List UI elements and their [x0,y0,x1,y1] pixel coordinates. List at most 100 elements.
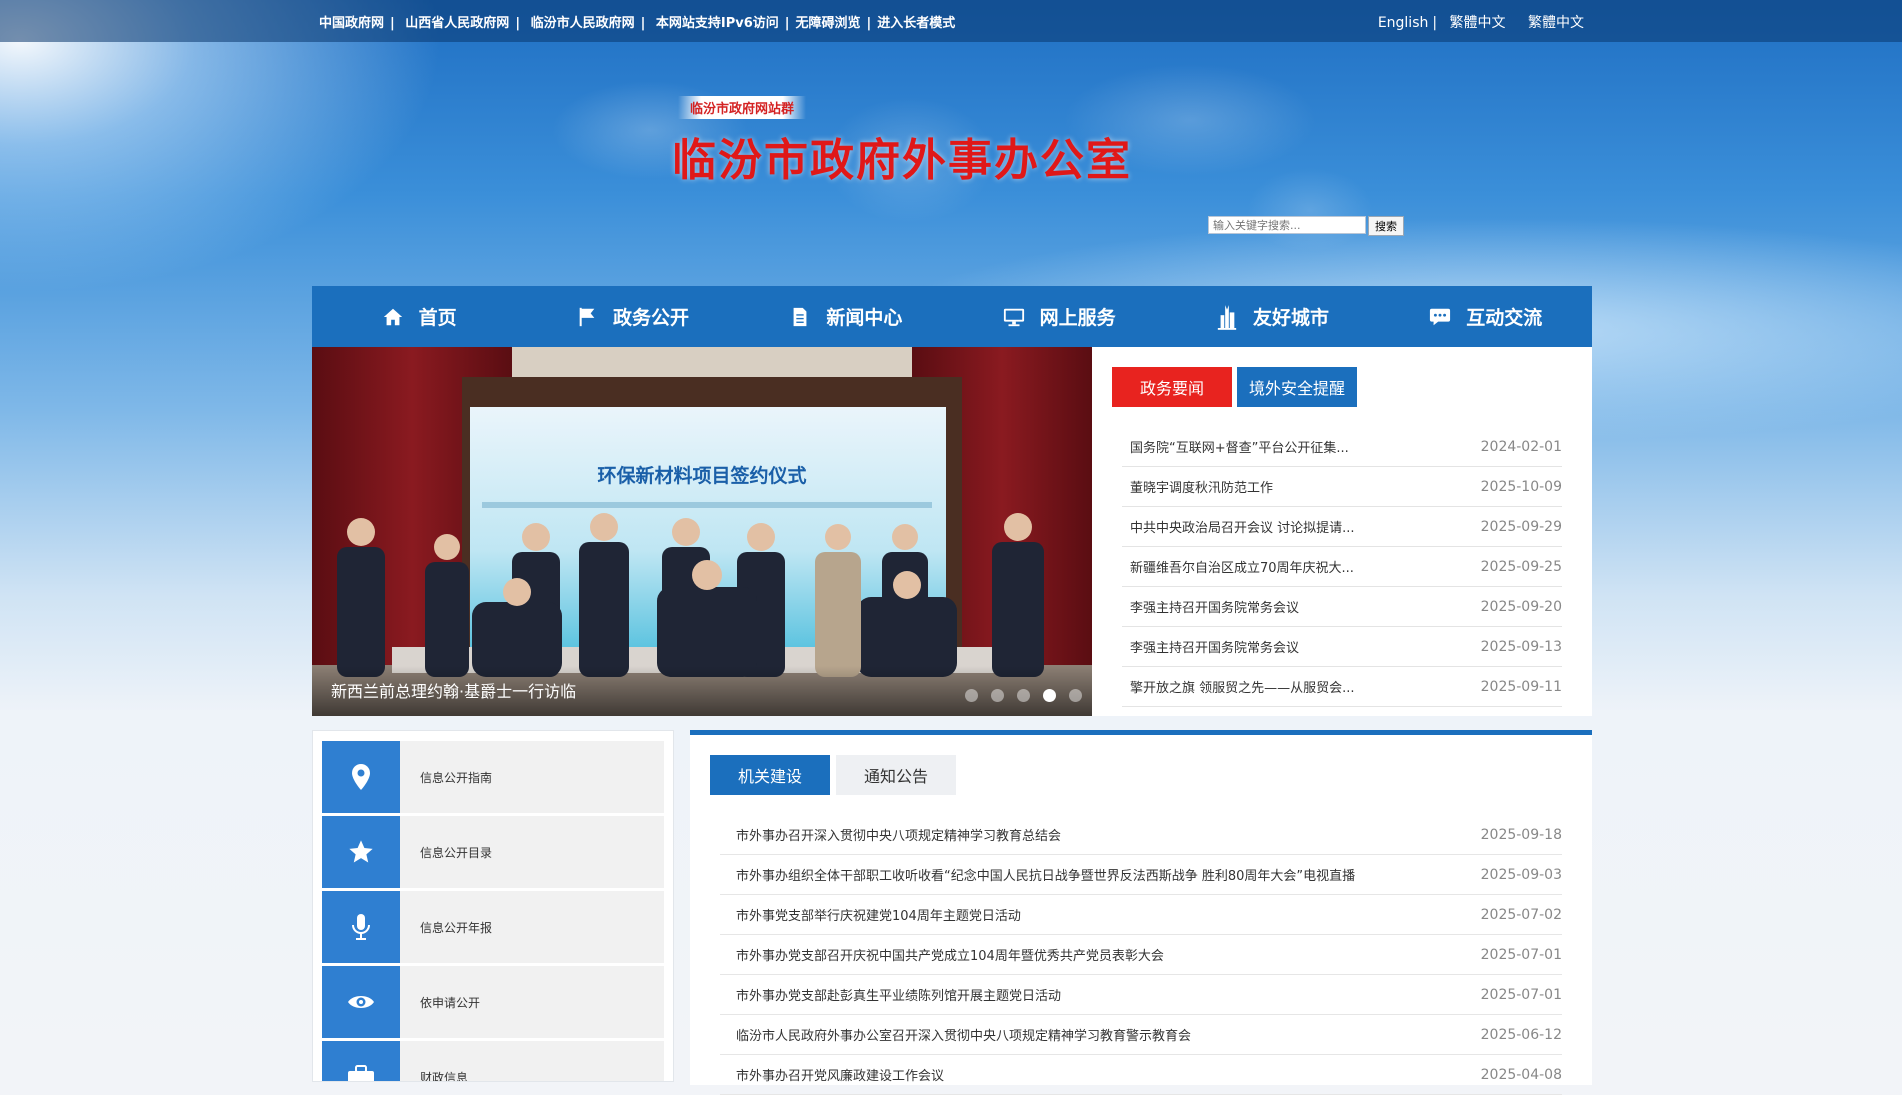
top-bar: 中国政府网 | 山西省人民政府网 | 临汾市人民政府网 | 本网站支持IPv6访问 | 无… [0,0,1902,42]
nav-label: 友好城市 [1252,307,1329,329]
nav-label: 新闻中心 [826,307,903,329]
news-title: 新疆维吾尔自治区成立70周年庆祝大... [1130,561,1354,576]
list-item[interactable]: 市外事党支部举行庆祝建党104周年主题党日活动 2025-07-02 [720,895,1562,935]
document-icon [788,305,812,329]
nav-label: 政务公开 [612,307,689,329]
tab-agency-building[interactable]: 机关建设 [710,755,830,795]
language-switcher: English | 繁體中文 繁體中文 [1377,15,1584,31]
carousel-dot-active[interactable] [1043,689,1056,702]
lang-traditional-chinese-2[interactable]: 繁體中文 [1528,15,1584,31]
news-list: 国务院“互联网+督查”平台公开征集... 2024-02-01 董晓宇调度秋汛防范… [1122,427,1562,707]
list-item[interactable]: 市外事办党支部召开庆祝中国共产党成立104周年暨优秀共产党员表彰大会 2025-0… [720,935,1562,975]
carousel-caption-text[interactable]: 新西兰前总理约翰·基爵士一行访临 [331,678,576,702]
news-date: 2024-02-01 [1480,438,1562,455]
location-pin-icon [322,741,400,813]
accessibility-link[interactable]: 无障碍浏览 [796,16,861,31]
list-item[interactable]: 李强主持召开国务院常务会议 2025-09-20 [1122,587,1562,627]
news-date: 2025-09-29 [1480,518,1562,535]
top-links: 中国政府网 | 山西省人民政府网 | 临汾市人民政府网 | 本网站支持IPv6访问 | 无… [319,16,956,31]
menu-item-disclosure-guide[interactable]: 信息公开指南 [322,741,664,813]
nav-gov-affairs[interactable]: 政务公开 [525,286,738,347]
chat-icon [1428,305,1452,329]
nav-news-center[interactable]: 新闻中心 [739,286,952,347]
info-disclosure-menu: 信息公开指南 信息公开目录 信息公开年报 依申请公开 财政信息 [312,730,674,1082]
news-date: 2025-09-11 [1480,678,1562,695]
news-date: 2025-07-02 [1480,906,1562,923]
list-item[interactable]: 国务院“互联网+督查”平台公开征集... 2024-02-01 [1122,427,1562,467]
microphone-icon [322,891,400,963]
nav-online-services[interactable]: 网上服务 [952,286,1165,347]
list-item[interactable]: 李强主持召开国务院常务会议 2025-09-13 [1122,627,1562,667]
menu-item-finance-info[interactable]: 财政信息 [322,1041,664,1081]
news-title: 市外事办召开深入贯彻中央八项规定精神学习教育总结会 [736,829,1062,844]
tab-gov-news[interactable]: 政务要闻 [1112,367,1232,407]
slide-banner-text: 环保新材料项目签约仪式 [597,464,806,487]
main-nav: 首页 政务公开 新闻中心 网上服务 友好城市 互动交流 [312,286,1592,347]
lang-traditional-chinese[interactable]: 繁體中文 [1450,15,1506,31]
news-title: 中共中央政治局召开会议 讨论拟提请... [1130,521,1355,536]
monitor-icon [1002,305,1026,329]
briefcase-icon [322,1041,400,1081]
menu-item-label: 依申请公开 [420,995,481,1010]
tab-notices[interactable]: 通知公告 [836,755,956,795]
carousel-dot[interactable] [991,689,1004,702]
menu-item-apply-disclosure[interactable]: 依申请公开 [322,966,664,1038]
news-date: 2025-10-09 [1480,478,1562,495]
menu-item-label: 信息公开指南 [420,770,493,785]
carousel-dot[interactable] [1017,689,1030,702]
nav-label: 首页 [418,307,457,329]
news-date: 2025-09-25 [1480,558,1562,575]
eye-icon [322,966,400,1038]
news-title: 市外事党支部举行庆祝建党104周年主题党日活动 [736,909,1021,924]
elderly-mode-link[interactable]: 进入长者模式 [877,16,955,31]
carousel-photo: 环保新材料项目签约仪式 [312,347,1092,716]
lang-english[interactable]: English [1378,15,1429,31]
list-item[interactable]: 擎开放之旗 领服贸之先——从服贸会... 2025-09-11 [1122,667,1562,707]
nav-home[interactable]: 首页 [312,286,525,347]
news-title: 董晓宇调度秋汛防范工作 [1130,481,1274,496]
search-input[interactable] [1208,216,1366,234]
search-bar: 搜索 [1208,216,1404,236]
carousel-dot[interactable] [1069,689,1082,702]
link-gov-cn[interactable]: 中国政府网 [319,16,384,31]
carousel-dot[interactable] [965,689,978,702]
list-item[interactable]: 市外事办组织全体干部职工收听收看“纪念中国人民抗日战争暨世界反法西斯战争 胜利8… [720,855,1562,895]
menu-item-label: 信息公开目录 [420,845,493,860]
news-date: 2025-07-01 [1480,946,1562,963]
list-item[interactable]: 市外事办召开深入贯彻中央八项规定精神学习教育总结会 2025-09-18 [720,815,1562,855]
search-button[interactable]: 搜索 [1368,216,1404,236]
menu-item-disclosure-catalog[interactable]: 信息公开目录 [322,816,664,888]
nav-sister-cities[interactable]: 友好城市 [1165,286,1378,347]
news-title: 李强主持召开国务院常务会议 [1130,601,1300,616]
photo-carousel[interactable]: 环保新材料项目签约仪式 新西兰前总理约翰·基爵士一行访临 [312,347,1092,716]
list-item[interactable]: 新疆维吾尔自治区成立70周年庆祝大... 2025-09-25 [1122,547,1562,587]
news-title: 临汾市人民政府外事办公室召开深入贯彻中央八项规定精神学习教育警示教育会 [736,1029,1192,1044]
news-title: 国务院“互联网+督查”平台公开征集... [1130,441,1349,456]
nav-label: 网上服务 [1039,307,1116,329]
menu-item-label: 信息公开年报 [420,920,493,935]
list-item[interactable]: 董晓宇调度秋汛防范工作 2025-10-09 [1122,467,1562,507]
news-date: 2025-09-18 [1480,826,1562,843]
menu-item-annual-report[interactable]: 信息公开年报 [322,891,664,963]
link-linfen-gov[interactable]: 临汾市人民政府网 [531,16,635,31]
nav-interaction[interactable]: 互动交流 [1379,286,1592,347]
star-icon [322,816,400,888]
news-date: 2025-04-08 [1480,1066,1562,1083]
site-title: 临汾市政府外事办公室 [672,135,1132,186]
site-group-badge: 临汾市政府网站群 [678,96,807,119]
news-panel: 政务要闻 境外安全提醒 国务院“互联网+督查”平台公开征集... 2024-02-… [1092,347,1592,716]
building-icon [1215,304,1239,330]
news-title: 市外事办召开党风廉政建设工作会议 [736,1069,945,1084]
tab-overseas-safety[interactable]: 境外安全提醒 [1237,367,1357,407]
news-title: 市外事办党支部召开庆祝中国共产党成立104周年暨优秀共产党员表彰大会 [736,949,1164,964]
list-item[interactable]: 中共中央政治局召开会议 讨论拟提请... 2025-09-29 [1122,507,1562,547]
ipv6-notice[interactable]: 本网站支持IPv6访问 [656,16,779,31]
link-shanxi-gov[interactable]: 山西省人民政府网 [405,16,509,31]
list-item[interactable]: 市外事办召开党风廉政建设工作会议 2025-04-08 [720,1055,1562,1095]
list-item[interactable]: 临汾市人民政府外事办公室召开深入贯彻中央八项规定精神学习教育警示教育会 2025-… [720,1015,1562,1055]
news-date: 2025-09-03 [1480,866,1562,883]
home-icon [381,305,405,329]
news-date: 2025-06-12 [1480,1026,1562,1043]
list-item[interactable]: 市外事办党支部赴彭真生平业绩陈列馆开展主题党日活动 2025-07-01 [720,975,1562,1015]
news-title: 市外事办党支部赴彭真生平业绩陈列馆开展主题党日活动 [736,989,1062,1004]
